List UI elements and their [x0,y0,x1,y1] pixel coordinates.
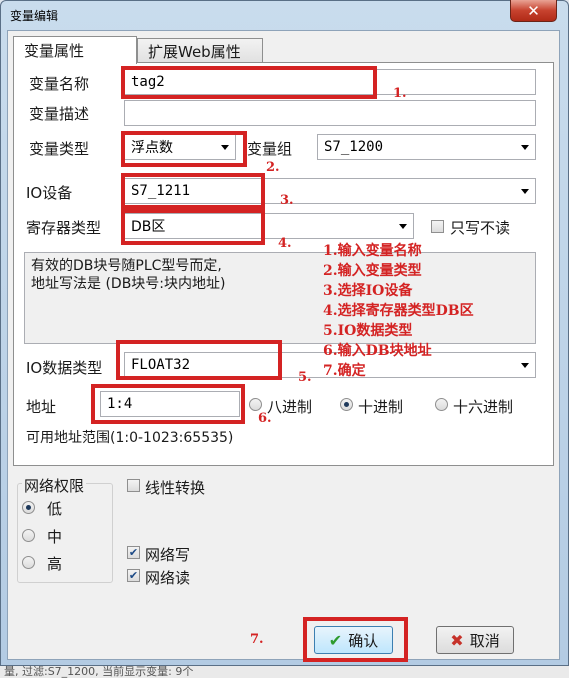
description-input[interactable] [124,100,536,126]
annotation-marker-1: 1. [393,86,407,101]
radix-octal-radio[interactable] [249,398,262,411]
annotation-marker-6: 6. [258,411,272,426]
group-value: S7_1200 [324,139,384,155]
annotation-step: 5.IO数据类型 [323,323,413,339]
radix-decimal-label: 十进制 [358,398,404,416]
register-type-label: 寄存器类型 [26,219,102,237]
annotation-step: 4.选择寄存器类型DB区 [323,303,474,319]
io-device-label: IO设备 [26,184,73,202]
close-icon: ✕ [527,1,540,20]
annotation-step: 6.输入DB块地址 [323,343,432,359]
cancel-label: 取消 [469,631,500,650]
permission-high-label: 高 [47,555,63,573]
permission-medium-radio[interactable] [22,529,35,542]
radix-octal-label: 八进制 [267,398,313,416]
title-bar[interactable]: 变量编辑 ✕ [0,0,567,30]
close-button[interactable]: ✕ [510,0,557,22]
annotation-marker-7: 7. [250,632,264,647]
permission-group-label: 网络权限 [22,475,87,496]
group-label: 变量组 [247,140,293,158]
group-select[interactable]: S7_1200 [317,134,536,160]
address-range-text: 可用地址范围(1:0-1023:65535) [26,430,234,446]
linear-conversion-label: 线性转换 [145,479,206,497]
cancel-button[interactable]: ✖ 取消 [436,626,514,654]
permission-low-radio[interactable] [22,501,35,514]
tab-web-properties[interactable]: 扩展Web属性 [137,38,263,64]
radix-decimal-radio[interactable] [340,398,353,411]
chevron-down-icon [521,189,529,194]
radio-selected-dot [344,402,349,407]
tab-variable-properties[interactable]: 变量属性 [13,36,137,64]
network-read-checkbox[interactable]: ✔ [127,569,140,582]
annotation-box-4 [121,209,265,245]
checkmark-icon: ✔ [128,569,139,582]
linear-conversion-checkbox[interactable] [127,479,140,492]
radio-selected-dot [26,505,31,510]
annotation-box-1 [121,66,377,99]
annotation-step: 7.确定 [323,363,366,379]
address-label: 地址 [26,398,57,416]
annotation-step: 3.选择IO设备 [323,283,413,299]
tab-label: 扩展Web属性 [148,43,241,61]
chevron-down-icon [521,363,529,368]
annotation-box-3 [121,173,265,209]
window-title: 变量编辑 [10,9,59,23]
permission-medium-label: 中 [47,528,63,546]
tab-label: 变量属性 [24,42,85,60]
description-label: 变量描述 [29,105,90,123]
io-data-type-label: IO数据类型 [26,359,103,377]
permission-high-radio[interactable] [22,556,35,569]
network-read-label: 网络读 [145,569,191,587]
annotation-step: 2.输入变量类型 [323,263,422,279]
type-label: 变量类型 [29,140,90,158]
radix-hex-label: 十六进制 [453,398,514,416]
permission-low-label: 低 [47,500,63,518]
write-only-label: 只写不读 [450,219,511,237]
annotation-box-7 [303,617,408,662]
annotation-step: 1.输入变量名称 [323,243,422,259]
write-only-checkbox[interactable] [431,220,444,233]
cancel-icon: ✖ [450,630,464,650]
annotation-marker-2: 2. [266,160,280,175]
annotation-marker-4: 4. [278,236,292,251]
annotation-marker-3: 3. [280,193,294,208]
chevron-down-icon [399,224,407,229]
annotation-box-2 [121,131,247,167]
background-status-text: 量, 过滤:S7_1200, 当前显示变量: 9个 [0,666,569,678]
annotation-steps: 1.输入变量名称 2.输入变量类型 3.选择IO设备 4.选择寄存器类型DB区 … [323,241,474,381]
annotation-box-5 [116,340,282,380]
annotation-box-6 [91,384,245,424]
hint-text: 有效的DB块号随PLC型号而定, 地址写法是 (DB块号:块内地址) [31,258,226,292]
radix-hex-radio[interactable] [435,398,448,411]
annotation-marker-5: 5. [298,370,312,385]
checkmark-icon: ✔ [128,546,139,559]
network-write-checkbox[interactable]: ✔ [127,546,140,559]
network-write-label: 网络写 [145,546,191,564]
chevron-down-icon [521,145,529,150]
name-label: 变量名称 [29,75,90,93]
